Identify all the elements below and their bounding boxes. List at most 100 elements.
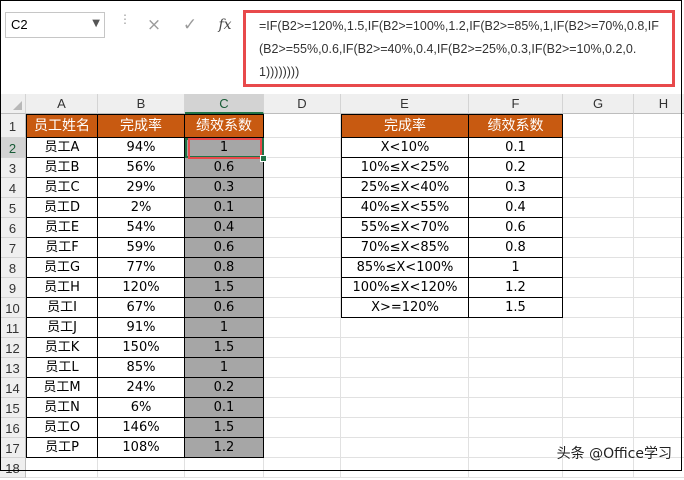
grid-cell[interactable] (563, 158, 634, 178)
row-header-9[interactable]: 9 (0, 278, 26, 298)
performance-coefficient-cell[interactable]: 1.5 (185, 338, 264, 358)
performance-coefficient-cell[interactable]: 0.1 (185, 198, 264, 218)
coefficient-cell[interactable]: 0.4 (469, 198, 563, 218)
coefficient-cell[interactable]: 1 (469, 258, 563, 278)
employee-name-cell[interactable]: 员工I (26, 298, 98, 318)
grid-cell[interactable] (98, 458, 185, 478)
grid-cell[interactable] (634, 218, 684, 238)
grid-cell[interactable] (634, 338, 684, 358)
grid-cell[interactable] (341, 398, 469, 418)
grid-cell[interactable] (264, 298, 341, 318)
main-table-header[interactable]: 绩效系数 (185, 114, 264, 138)
performance-coefficient-cell[interactable]: 0.6 (185, 158, 264, 178)
grid-cell[interactable] (264, 338, 341, 358)
fill-handle[interactable] (260, 155, 267, 162)
employee-name-cell[interactable]: 员工N (26, 398, 98, 418)
grid-cell[interactable] (264, 218, 341, 238)
enter-icon[interactable]: ✓ (178, 13, 202, 37)
rate-range-cell[interactable]: 85%≤X<100% (341, 258, 469, 278)
employee-name-cell[interactable]: 员工O (26, 418, 98, 438)
row-header-18[interactable]: 18 (0, 458, 26, 478)
grid-cell[interactable] (563, 278, 634, 298)
grid-cell[interactable] (264, 418, 341, 438)
completion-rate-cell[interactable]: 67% (98, 298, 185, 318)
column-header-c[interactable]: C (185, 94, 264, 114)
grid-cell[interactable] (264, 138, 341, 158)
grid-cell[interactable] (264, 458, 341, 478)
performance-coefficient-cell[interactable]: 0.6 (185, 298, 264, 318)
performance-coefficient-cell[interactable]: 0.8 (185, 258, 264, 278)
grid-cell[interactable] (634, 418, 684, 438)
performance-coefficient-cell[interactable]: 0.1 (185, 398, 264, 418)
completion-rate-cell[interactable]: 29% (98, 178, 185, 198)
rate-range-cell[interactable]: 40%≤X<55% (341, 198, 469, 218)
main-table-header[interactable]: 员工姓名 (26, 114, 98, 138)
employee-name-cell[interactable]: 员工D (26, 198, 98, 218)
rate-range-cell[interactable]: 10%≤X<25% (341, 158, 469, 178)
employee-name-cell[interactable]: 员工E (26, 218, 98, 238)
lookup-table-header[interactable]: 绩效系数 (469, 114, 563, 138)
row-header-5[interactable]: 5 (0, 198, 26, 218)
grid-cell[interactable] (563, 418, 634, 438)
row-header-15[interactable]: 15 (0, 398, 26, 418)
completion-rate-cell[interactable]: 120% (98, 278, 185, 298)
grid-cell[interactable] (634, 198, 684, 218)
column-header-f[interactable]: F (469, 94, 563, 114)
formula-input[interactable]: =IF(B2>=120%,1.5,IF(B2>=100%,1.2,IF(B2>=… (243, 10, 675, 87)
employee-name-cell[interactable]: 员工F (26, 238, 98, 258)
grid-cell[interactable] (469, 338, 563, 358)
grid-cell[interactable] (341, 418, 469, 438)
rate-range-cell[interactable]: 100%≤X<120% (341, 278, 469, 298)
grid-cell[interactable] (563, 398, 634, 418)
completion-rate-cell[interactable]: 2% (98, 198, 185, 218)
row-header-10[interactable]: 10 (0, 298, 26, 318)
row-header-14[interactable]: 14 (0, 378, 26, 398)
employee-name-cell[interactable]: 员工K (26, 338, 98, 358)
row-header-13[interactable]: 13 (0, 358, 26, 378)
grid-cell[interactable] (469, 318, 563, 338)
performance-coefficient-cell[interactable]: 0.2 (185, 378, 264, 398)
column-header-b[interactable]: B (98, 94, 185, 114)
completion-rate-cell[interactable]: 146% (98, 418, 185, 438)
grid-cell[interactable] (341, 458, 469, 478)
performance-coefficient-cell[interactable]: 1.2 (185, 438, 264, 458)
coefficient-cell[interactable]: 0.1 (469, 138, 563, 158)
column-header-g[interactable]: G (563, 94, 634, 114)
completion-rate-cell[interactable]: 108% (98, 438, 185, 458)
grid-cell[interactable] (341, 358, 469, 378)
grid-cell[interactable] (469, 378, 563, 398)
grid-cell[interactable] (634, 178, 684, 198)
row-header-3[interactable]: 3 (0, 158, 26, 178)
grid-cell[interactable] (563, 338, 634, 358)
grid-cell[interactable] (264, 378, 341, 398)
grid-cell[interactable] (634, 158, 684, 178)
grid-cell[interactable] (469, 458, 563, 478)
row-header-6[interactable]: 6 (0, 218, 26, 238)
row-header-12[interactable]: 12 (0, 338, 26, 358)
employee-name-cell[interactable]: 员工A (26, 138, 98, 158)
rate-range-cell[interactable]: 70%≤X<85% (341, 238, 469, 258)
performance-coefficient-cell[interactable]: 0.4 (185, 218, 264, 238)
row-header-2[interactable]: 2 (0, 138, 26, 158)
main-table-header[interactable]: 完成率 (98, 114, 185, 138)
insert-function-icon[interactable]: fx (213, 13, 237, 37)
performance-coefficient-cell[interactable]: 1.5 (185, 278, 264, 298)
coefficient-cell[interactable]: 0.2 (469, 158, 563, 178)
completion-rate-cell[interactable]: 150% (98, 338, 185, 358)
grid-cell[interactable] (264, 358, 341, 378)
performance-coefficient-cell[interactable]: 1 (185, 318, 264, 338)
grid-cell[interactable] (469, 398, 563, 418)
employee-name-cell[interactable]: 员工L (26, 358, 98, 378)
grid-cell[interactable] (634, 258, 684, 278)
employee-name-cell[interactable]: 员工M (26, 378, 98, 398)
grid-cell[interactable] (264, 198, 341, 218)
grid-cell[interactable] (264, 178, 341, 198)
row-header-1[interactable]: 1 (0, 114, 26, 138)
coefficient-cell[interactable]: 0.3 (469, 178, 563, 198)
select-all-corner[interactable] (0, 94, 26, 114)
column-header-a[interactable]: A (26, 94, 98, 114)
column-header-d[interactable]: D (264, 94, 341, 114)
grid-cell[interactable] (634, 298, 684, 318)
completion-rate-cell[interactable]: 59% (98, 238, 185, 258)
employee-name-cell[interactable]: 员工C (26, 178, 98, 198)
